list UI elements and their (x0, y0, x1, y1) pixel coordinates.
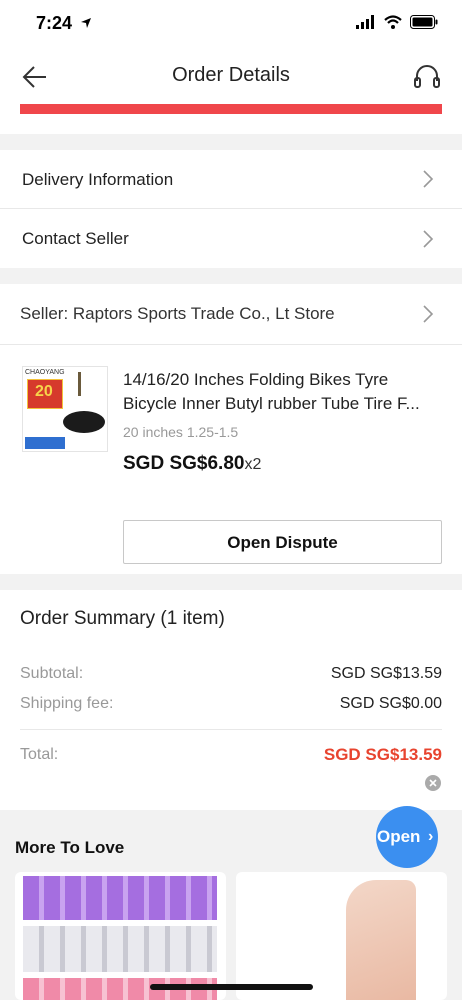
product-price-row: SGD SG$6.80x2 (123, 453, 261, 475)
thumbnail-brand: CHAOYANG (25, 369, 65, 376)
open-dispute-button[interactable]: Open Dispute (123, 520, 442, 564)
product-name-line2[interactable]: Bicycle Inner Butyl rubber Tube Tire F..… (123, 394, 420, 414)
recommendation-card[interactable] (15, 872, 226, 1000)
product-image-purple (23, 876, 217, 920)
product-price: SGD SG$6.80 (123, 453, 245, 474)
status-time: 7:24 (36, 13, 73, 33)
customer-service-icon[interactable] (412, 62, 442, 92)
thumbnail-valve (78, 372, 100, 396)
shipping-fee-value: SGD SG$0.00 (339, 695, 442, 712)
delivery-information-row[interactable]: Delivery Information (0, 150, 462, 208)
total-label: Total: (20, 746, 59, 763)
thumbnail-size: 20 (35, 383, 53, 400)
home-indicator (150, 984, 313, 990)
more-to-love-title: More To Love (15, 838, 125, 857)
total-value: SGD SG$13.59 (323, 745, 442, 764)
header (0, 50, 462, 134)
chevron-right-icon (422, 230, 434, 253)
page-title: Order Details (172, 64, 290, 86)
close-icon[interactable] (425, 775, 441, 791)
battery-icon (410, 15, 438, 29)
shipping-fee-label: Shipping fee: (20, 695, 114, 712)
product-quantity: x2 (244, 456, 262, 473)
product-name-line1[interactable]: 14/16/20 Inches Folding Bikes Tyre (123, 370, 388, 390)
product-variant: 20 inches 1.25-1.5 (123, 424, 239, 440)
subtotal-label: Subtotal: (20, 665, 84, 682)
chevron-right-icon (422, 305, 434, 328)
order-summary-title: Order Summary (1 item) (20, 608, 225, 629)
thumbnail-label-strip (25, 437, 65, 449)
wifi-icon (384, 15, 402, 29)
open-app-label: Open (377, 827, 421, 846)
product-thumbnail[interactable]: CHAOYANG 20 (22, 366, 108, 452)
contact-seller-label: Contact Seller (22, 229, 129, 248)
open-app-button[interactable]: Open › (376, 806, 438, 868)
divider (0, 344, 462, 345)
recommendation-card[interactable] (236, 872, 447, 1000)
seller-row[interactable]: Seller: Raptors Sports Trade Co., Lt Sto… (0, 284, 462, 344)
subtotal-value: SGD SG$13.59 (330, 665, 442, 682)
seller-label: Seller: Raptors Sports Trade Co., Lt Sto… (20, 304, 335, 323)
product-image-legs (346, 880, 416, 1000)
chevron-right-icon: › (428, 828, 434, 845)
chevron-right-icon (422, 170, 434, 193)
location-icon (80, 16, 92, 34)
status-icons (356, 15, 438, 29)
product-image-white (23, 926, 217, 972)
progress-banner (20, 104, 442, 114)
contact-seller-row[interactable]: Contact Seller (0, 209, 462, 268)
delivery-information-label: Delivery Information (22, 170, 174, 189)
thumbnail-tube (63, 411, 105, 433)
divider (20, 729, 442, 730)
signal-icon (356, 15, 374, 29)
